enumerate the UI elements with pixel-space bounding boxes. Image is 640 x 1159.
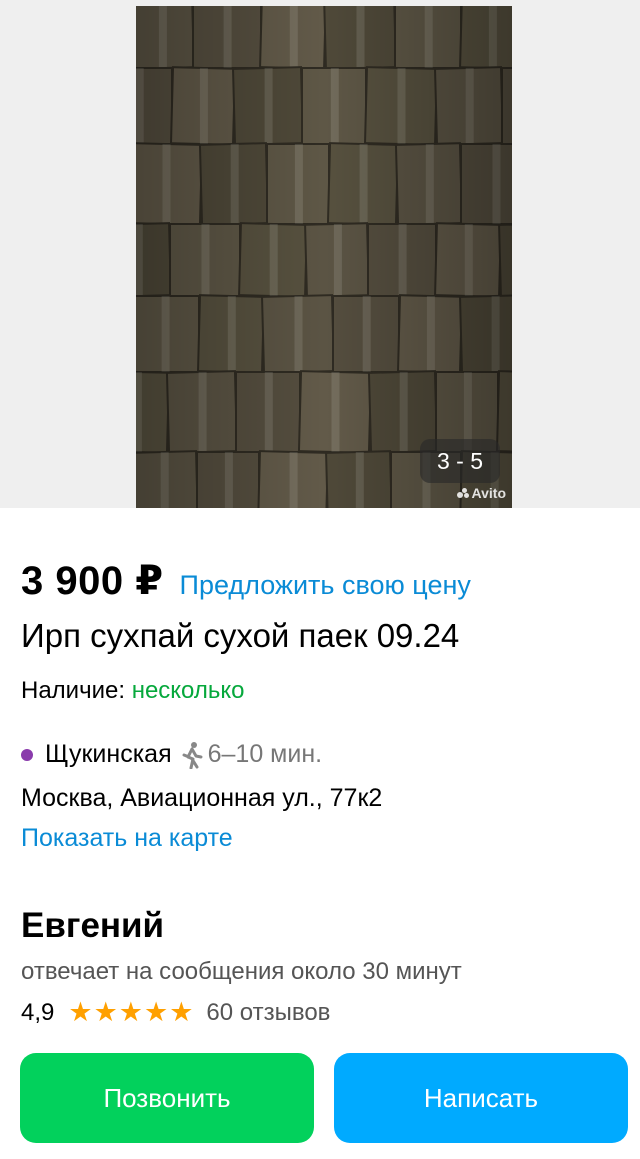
address: Москва, Авиационная ул., 77к2 <box>21 784 383 812</box>
rating-stars-icon: ★★★★★ <box>68 997 195 1027</box>
price-row: 3 900 ₽ Предложить свою цену <box>21 558 471 604</box>
avito-logo-icon <box>456 488 469 498</box>
photo-gallery[interactable]: 3 - 5 Avito <box>0 0 640 508</box>
watermark-text: Avito <box>471 485 506 501</box>
metro-info: Щукинская 6–10 мин. <box>21 740 322 769</box>
boxes-image <box>136 6 512 508</box>
call-button[interactable]: Позвонить <box>20 1053 314 1143</box>
seller-rating[interactable]: 4,9 ★★★★★ 60 отзывов <box>21 997 330 1028</box>
availability: Наличие: несколько <box>21 677 245 705</box>
avito-watermark: Avito <box>456 485 506 501</box>
price: 3 900 ₽ <box>21 559 164 603</box>
write-button[interactable]: Написать <box>334 1053 628 1143</box>
listing-title: Ирп сухпай сухой паек 09.24 <box>21 617 460 654</box>
seller-reply-time: отвечает на сообщения около 30 минут <box>21 958 462 985</box>
show-on-map-link[interactable]: Показать на карте <box>21 824 233 853</box>
walk-time: 6–10 мин. <box>207 740 323 768</box>
availability-label: Наличие: <box>21 677 126 704</box>
rating-value: 4,9 <box>21 998 55 1026</box>
reviews-count: 60 отзывов <box>206 998 331 1026</box>
walking-icon <box>180 741 204 769</box>
metro-line-dot <box>21 748 33 761</box>
seller-name[interactable]: Евгений <box>21 906 164 946</box>
listing-photo[interactable]: 3 - 5 Avito <box>136 6 512 508</box>
photo-counter: 3 - 5 <box>420 439 500 483</box>
metro-station: Щукинская <box>45 740 172 768</box>
offer-price-link[interactable]: Предложить свою цену <box>180 570 471 601</box>
availability-value: несколько <box>131 677 245 704</box>
